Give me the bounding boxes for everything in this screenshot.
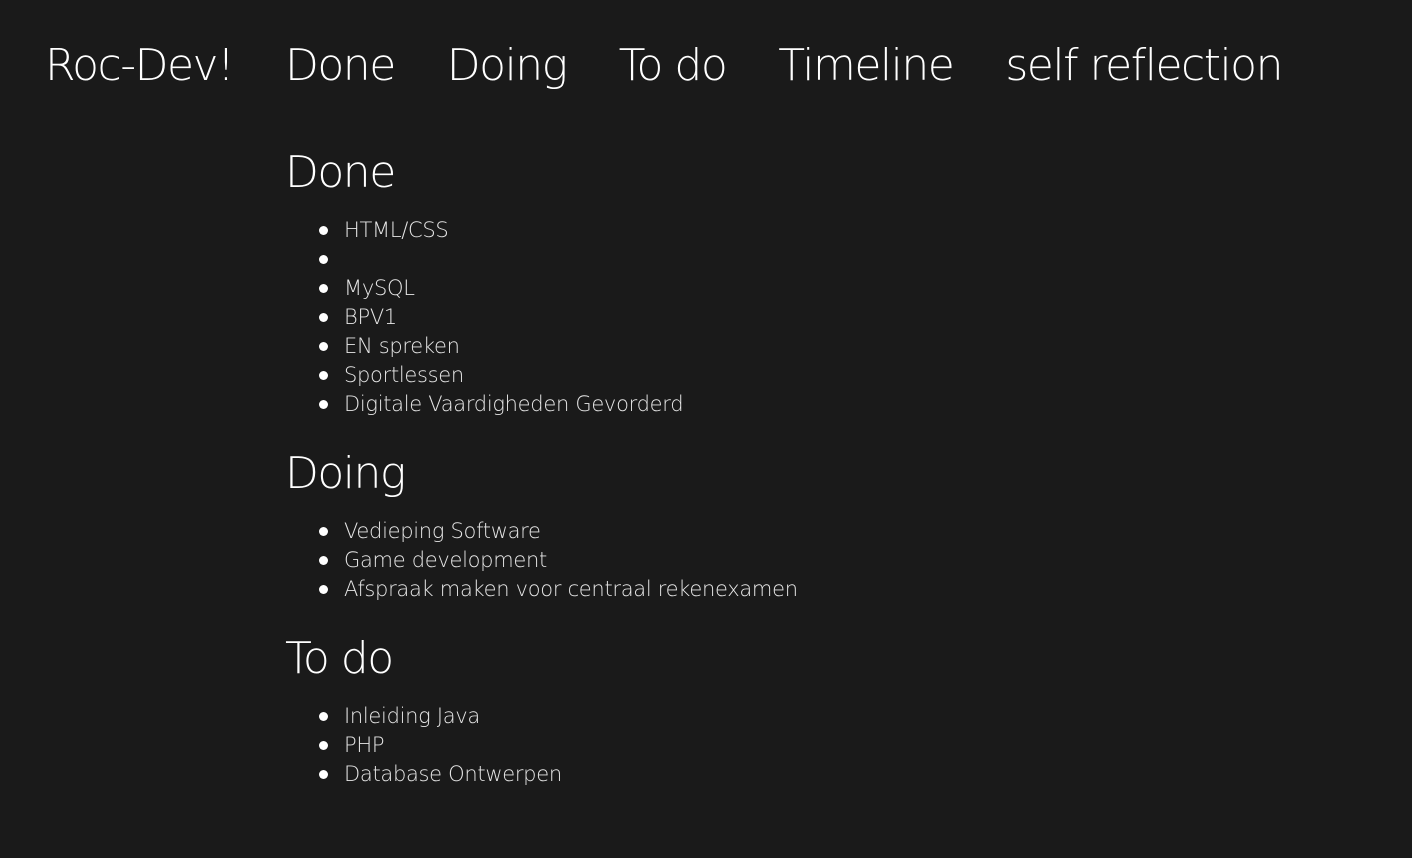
list-item-label: Game development: [344, 548, 547, 572]
list-item: Sportlessen: [317, 361, 1365, 390]
todo-list: Inleiding Java PHP Database Ontwerpen: [285, 702, 1365, 789]
list-item: Database Ontwerpen: [317, 760, 1365, 789]
list-item-label: Sportlessen: [344, 363, 464, 387]
bullet-icon: [319, 712, 328, 721]
list-item: BPV1: [317, 303, 1365, 332]
list-item: Afspraak maken voor centraal rekenexamen: [317, 575, 1365, 604]
bullet-icon: [319, 313, 328, 322]
bullet-icon: [319, 741, 328, 750]
list-item-label: EN spreken: [344, 334, 460, 358]
section-title-done: Done: [285, 147, 396, 198]
list-item-label: Database Ontwerpen: [344, 762, 562, 786]
section-todo: To do Inleiding Java PHP Database Ontwer…: [285, 626, 1365, 789]
brand-link[interactable]: Roc-Dev!: [45, 36, 235, 96]
bullet-icon: [319, 400, 328, 409]
list-item-label: HTML/CSS: [344, 218, 449, 242]
list-item-label: Vedieping Software: [344, 519, 541, 543]
section-doing: Doing Vedieping Software Game developmen…: [285, 441, 1365, 604]
list-item: Digitale Vaardigheden Gevorderd: [317, 390, 1365, 419]
list-item: MySQL: [317, 274, 1365, 303]
bullet-icon: [319, 255, 328, 264]
nav-link-done[interactable]: Done: [285, 36, 396, 96]
list-item: [317, 245, 1365, 274]
section-done: Done HTML/CSS MySQL BPV1 EN spreken Spor…: [285, 140, 1365, 419]
main-content: Done HTML/CSS MySQL BPV1 EN spreken Spor…: [285, 140, 1365, 811]
bullet-icon: [319, 527, 328, 536]
list-item-label: MySQL: [344, 276, 415, 300]
bullet-icon: [319, 284, 328, 293]
list-item-label: PHP: [344, 733, 385, 757]
list-item-label: Inleiding Java: [344, 704, 481, 728]
doing-list: Vedieping Software Game development Afsp…: [285, 517, 1365, 604]
list-item: Vedieping Software: [317, 517, 1365, 546]
list-item: PHP: [317, 731, 1365, 760]
page: Roc-Dev! Done Doing To do Timeline self …: [0, 0, 1412, 858]
nav-link-todo[interactable]: To do: [619, 36, 728, 96]
done-list: HTML/CSS MySQL BPV1 EN spreken Sportless…: [285, 216, 1365, 419]
list-item-label: Digitale Vaardigheden Gevorderd: [344, 392, 684, 416]
list-item: HTML/CSS: [317, 216, 1365, 245]
bullet-icon: [319, 226, 328, 235]
list-item: Inleiding Java: [317, 702, 1365, 731]
bullet-icon: [319, 585, 328, 594]
list-item-label: BPV1: [344, 305, 397, 329]
section-title-todo: To do: [285, 633, 394, 684]
bullet-icon: [319, 556, 328, 565]
bullet-icon: [319, 371, 328, 380]
list-item: Game development: [317, 546, 1365, 575]
nav-link-timeline[interactable]: Timeline: [778, 36, 955, 96]
section-title-doing: Doing: [285, 448, 406, 499]
bullet-icon: [319, 342, 328, 351]
nav-links: Done Doing To do Timeline self reflectio…: [285, 36, 1334, 96]
nav-link-doing[interactable]: Doing: [447, 36, 568, 96]
list-item-label: Afspraak maken voor centraal rekenexamen: [344, 577, 798, 601]
bullet-icon: [319, 770, 328, 779]
list-item: EN spreken: [317, 332, 1365, 361]
nav-link-self-reflection[interactable]: self reflection: [1005, 36, 1283, 96]
